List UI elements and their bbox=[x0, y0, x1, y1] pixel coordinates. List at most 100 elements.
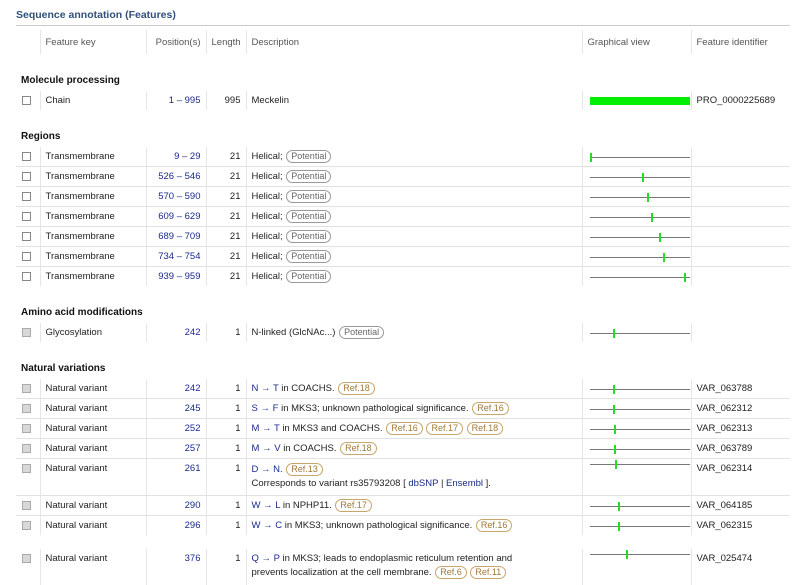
original-residue: M bbox=[251, 443, 260, 454]
position-link[interactable]: 261 bbox=[185, 463, 201, 474]
header-feature-key[interactable]: Feature key bbox=[39, 30, 146, 54]
feature-identifier[interactable]: VAR_062314 bbox=[690, 458, 790, 496]
position-link[interactable]: 939 – 959 bbox=[158, 271, 200, 282]
feature-graph[interactable] bbox=[589, 549, 690, 559]
position-link[interactable]: 242 bbox=[185, 327, 201, 338]
feature-identifier[interactable]: VAR_062315 bbox=[690, 515, 790, 535]
feature-graph[interactable] bbox=[589, 272, 690, 282]
feature-identifier[interactable]: VAR_063789 bbox=[690, 438, 790, 459]
feature-identifier[interactable]: VAR_063788 bbox=[690, 379, 790, 399]
row-checkbox[interactable] bbox=[22, 211, 31, 221]
row-checkbox[interactable] bbox=[22, 520, 31, 530]
header-positions[interactable]: Position(s) bbox=[145, 30, 206, 54]
sequence-track bbox=[589, 448, 690, 450]
feature-identifier[interactable] bbox=[690, 166, 790, 187]
feature-identifier[interactable]: VAR_062312 bbox=[690, 398, 790, 419]
position-link[interactable]: 689 – 709 bbox=[158, 231, 200, 242]
feature-identifier[interactable] bbox=[690, 206, 790, 227]
feature-identifier[interactable] bbox=[690, 226, 790, 247]
row-checkbox[interactable] bbox=[22, 251, 31, 261]
reference-link[interactable]: Ref.6 bbox=[435, 566, 467, 579]
row-checkbox[interactable] bbox=[22, 271, 31, 281]
reference-link[interactable]: Ref.18 bbox=[466, 422, 504, 435]
feature-identifier[interactable] bbox=[690, 186, 790, 207]
feature-graph[interactable] bbox=[589, 328, 690, 338]
feature-graph[interactable] bbox=[589, 232, 690, 242]
evidence-badge[interactable]: Potential bbox=[286, 170, 332, 183]
feature-identifier[interactable] bbox=[690, 266, 790, 286]
row-checkbox[interactable] bbox=[22, 403, 31, 413]
position-link[interactable]: 252 bbox=[185, 423, 201, 434]
reference-link[interactable]: Ref.16 bbox=[386, 422, 423, 435]
row-checkbox[interactable] bbox=[22, 463, 31, 473]
evidence-badge[interactable]: Potential bbox=[286, 190, 332, 203]
feature-graph[interactable] bbox=[589, 192, 690, 202]
header-feature-identifier[interactable]: Feature identifier bbox=[690, 30, 790, 54]
select-cell bbox=[16, 186, 40, 207]
row-checkbox[interactable] bbox=[22, 383, 31, 393]
feature-graph[interactable] bbox=[589, 521, 690, 531]
evidence-badge[interactable]: Potential bbox=[286, 150, 332, 163]
reference-link[interactable]: Ref.16 bbox=[475, 519, 513, 532]
position-link[interactable]: 245 bbox=[185, 403, 201, 414]
feature-identifier[interactable]: VAR_062313 bbox=[690, 418, 790, 439]
feature-identifier[interactable] bbox=[690, 323, 790, 342]
position-link[interactable]: 376 bbox=[185, 553, 201, 564]
feature-identifier[interactable] bbox=[690, 246, 790, 267]
row-checkbox[interactable] bbox=[22, 171, 31, 181]
evidence-badge[interactable]: Potential bbox=[286, 250, 332, 263]
position-link[interactable]: 570 – 590 bbox=[158, 191, 200, 202]
feature-graph[interactable] bbox=[589, 424, 690, 434]
feature-row: Natural variant 252 1 M → T in MKS3 and COA… bbox=[16, 418, 790, 439]
feature-graph[interactable] bbox=[589, 172, 690, 182]
header-length[interactable]: Length bbox=[205, 30, 246, 54]
row-checkbox[interactable] bbox=[22, 231, 31, 241]
feature-graph[interactable] bbox=[589, 252, 690, 262]
evidence-badge[interactable]: Potential bbox=[286, 270, 332, 283]
position-link[interactable]: 257 bbox=[185, 443, 201, 454]
position-link[interactable]: 1 – 995 bbox=[169, 95, 201, 106]
feature-graph[interactable] bbox=[589, 404, 690, 414]
position-link[interactable]: 526 – 546 bbox=[158, 171, 200, 182]
row-checkbox[interactable] bbox=[22, 553, 31, 563]
row-checkbox[interactable] bbox=[22, 151, 31, 161]
feature-identifier[interactable] bbox=[690, 147, 790, 167]
feature-graph[interactable] bbox=[589, 384, 690, 394]
row-checkbox[interactable] bbox=[22, 191, 31, 201]
reference-link[interactable]: Ref.18 bbox=[338, 382, 375, 395]
row-checkbox[interactable] bbox=[22, 327, 31, 337]
header-graphical-view[interactable]: Graphical view bbox=[581, 30, 691, 54]
description-text: N-linked (GlcNAc...) bbox=[251, 327, 336, 338]
row-checkbox[interactable] bbox=[22, 443, 31, 453]
reference-link[interactable]: Ref.13 bbox=[286, 463, 323, 476]
position-link[interactable]: 242 bbox=[185, 383, 201, 394]
row-checkbox[interactable] bbox=[22, 500, 31, 510]
ensembl-link[interactable]: Ensembl bbox=[446, 478, 483, 489]
evidence-badge[interactable]: Potential bbox=[286, 230, 332, 243]
evidence-badge[interactable]: Potential bbox=[286, 210, 332, 223]
position-link[interactable]: 296 bbox=[185, 520, 201, 531]
dbsnp-link[interactable]: dbSNP bbox=[408, 478, 438, 489]
position-link[interactable]: 290 bbox=[185, 500, 201, 511]
position-link[interactable]: 9 – 29 bbox=[174, 151, 200, 162]
position-link[interactable]: 734 – 754 bbox=[158, 251, 200, 262]
row-checkbox[interactable] bbox=[22, 423, 31, 433]
feature-graph[interactable] bbox=[589, 212, 690, 222]
feature-graph[interactable] bbox=[589, 444, 690, 454]
feature-identifier[interactable]: VAR_025474 bbox=[690, 549, 790, 585]
header-description[interactable]: Description bbox=[245, 30, 582, 54]
position-link[interactable]: 609 – 629 bbox=[158, 211, 200, 222]
feature-identifier[interactable]: PRO_0000225689 bbox=[690, 91, 790, 110]
evidence-badge[interactable]: Potential bbox=[339, 326, 385, 339]
feature-graph[interactable] bbox=[589, 459, 690, 469]
reference-link[interactable]: Ref.16 bbox=[472, 402, 509, 415]
reference-link[interactable]: Ref.17 bbox=[335, 499, 372, 512]
feature-graph[interactable] bbox=[589, 501, 690, 511]
reference-link[interactable]: Ref.17 bbox=[426, 422, 463, 435]
row-checkbox[interactable] bbox=[22, 95, 31, 105]
feature-graph[interactable] bbox=[589, 152, 690, 162]
reference-link[interactable]: Ref.11 bbox=[470, 566, 507, 579]
reference-link[interactable]: Ref.18 bbox=[340, 442, 377, 455]
feature-graph[interactable] bbox=[589, 96, 690, 106]
feature-identifier[interactable]: VAR_064185 bbox=[690, 495, 790, 516]
